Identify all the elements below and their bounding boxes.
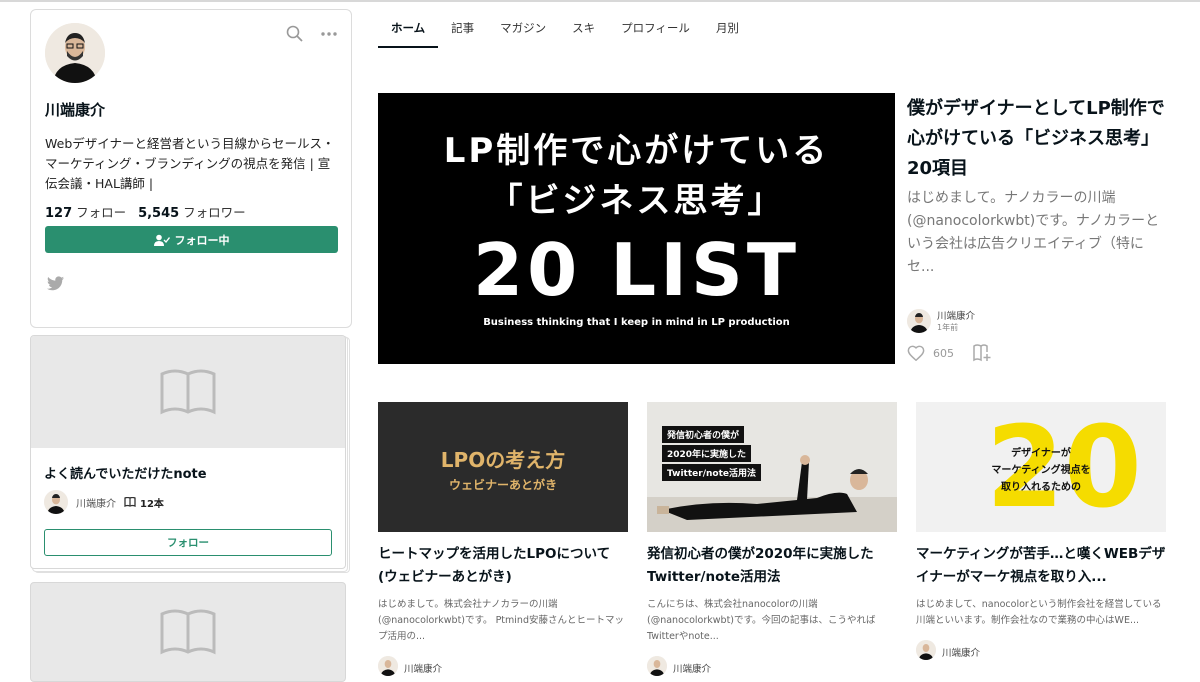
article-card[interactable]: 発信初心者の僕が 2020年に実施した Twitter/note活用法 発信初心… xyxy=(647,402,897,676)
tab-articles[interactable]: 記事 xyxy=(438,0,487,48)
author-name[interactable]: 川端康介 xyxy=(404,664,442,675)
cover-text: デザイナーが xyxy=(1011,448,1071,459)
cover-text: LP制作で心がけている xyxy=(443,131,830,171)
magazine-count: 12本 xyxy=(140,498,164,510)
following-button[interactable]: フォロー中 xyxy=(45,226,338,253)
article-card[interactable]: 20 デザイナーが マーケティング視点を 取り入れるための マーケティングが苦手… xyxy=(916,402,1166,660)
magazine-title[interactable]: よく読んでいただけたnote xyxy=(44,463,207,482)
featured-title[interactable]: 僕がデザイナーとしてLP制作で心がけている「ビジネス思考」20項目 xyxy=(907,94,1177,184)
cover-text: 2020年に実施した xyxy=(662,445,752,462)
tab-likes[interactable]: スキ xyxy=(559,0,608,48)
following-button-label: フォロー中 xyxy=(174,233,230,247)
cover-text: 発信初心者の僕が xyxy=(662,426,745,443)
article-thumbnail[interactable]: 20 デザイナーが マーケティング視点を 取り入れるための xyxy=(916,402,1166,532)
magazine-follow-button[interactable]: フォロー xyxy=(44,529,332,556)
magazine-meta: 川端康介 12本 xyxy=(44,490,164,514)
cover-text: 取り入れるための xyxy=(1001,482,1081,493)
article-excerpt[interactable]: はじめまして、nanocolorという制作会社を経営している川端といいます。制作… xyxy=(916,597,1166,629)
cover-text: Business thinking that I keep in mind in… xyxy=(483,317,790,328)
post-date: 1年前 xyxy=(937,323,959,332)
article-thumbnail[interactable]: 発信初心者の僕が 2020年に実施した Twitter/note活用法 xyxy=(647,402,897,532)
profile-stats: 127 フォロー 5,545 フォロワー xyxy=(45,202,246,221)
tab-magazines[interactable]: マガジン xyxy=(487,0,559,48)
featured-excerpt[interactable]: はじめまして。ナノカラーの川端(@nanocolorkwbt)です。ナノカラーと… xyxy=(907,187,1169,279)
twitter-icon[interactable] xyxy=(47,276,64,291)
profile-name: 川端康介 xyxy=(45,101,106,119)
tab-monthly[interactable]: 月別 xyxy=(703,0,752,48)
article-excerpt[interactable]: こんにちは、株式会社nanocolorの川端(@nanocolorkwbt)です… xyxy=(647,597,897,645)
avatar[interactable] xyxy=(916,640,936,660)
book-icon xyxy=(160,609,216,655)
magazine-cover[interactable] xyxy=(31,336,345,448)
avatar[interactable] xyxy=(378,656,398,676)
magazine-card-stack: よく読んでいただけたnote 川端康介 12本 フォロー xyxy=(30,335,350,573)
article-title[interactable]: ヒートマップを活用したLPOについて(ウェビナーあとがき) xyxy=(378,543,628,589)
tab-home[interactable]: ホーム xyxy=(378,0,439,48)
follow-count[interactable]: 127 xyxy=(45,206,72,221)
article-author: 川端康介 xyxy=(916,640,1166,660)
user-check-icon xyxy=(153,234,170,246)
article-author: 川端康介 xyxy=(647,656,897,676)
author-name[interactable]: 川端康介 xyxy=(942,648,980,659)
heart-icon[interactable] xyxy=(907,345,925,361)
profile-tabs: ホーム 記事 マガジン スキ プロフィール 月別 xyxy=(378,0,752,50)
article-excerpt[interactable]: はじめまして。株式会社ナノカラーの川端(@nanocolorkwbt)です。 P… xyxy=(378,597,628,645)
article-title[interactable]: 発信初心者の僕が2020年に実施したTwitter/note活用法 xyxy=(647,543,897,589)
avatar[interactable] xyxy=(45,23,105,83)
cover-text: 「ビジネス思考」 xyxy=(488,181,785,221)
add-to-magazine-icon[interactable] xyxy=(972,344,992,362)
follower-count[interactable]: 5,545 xyxy=(138,206,179,221)
article-thumbnail[interactable]: LPOの考え方 ウェビナーあとがき xyxy=(378,402,628,532)
avatar[interactable] xyxy=(907,308,931,333)
magazine-card[interactable] xyxy=(30,582,348,682)
profile-card: 川端康介 Webデザイナーと経営者という目線からセールス・マーケティング・ブラン… xyxy=(30,9,352,328)
cover-text: 20 LIST xyxy=(473,228,800,312)
article-author: 川端康介 xyxy=(378,656,628,676)
magazine-card[interactable]: よく読んでいただけたnote 川端康介 12本 フォロー xyxy=(30,335,346,569)
featured-cover[interactable]: LP制作で心がけている 「ビジネス思考」 20 LIST Business th… xyxy=(378,93,895,364)
follower-label[interactable]: フォロワー xyxy=(183,205,246,220)
book-icon xyxy=(160,369,216,415)
cover-text: LPOの考え方 xyxy=(440,448,566,472)
tab-profile[interactable]: プロフィール xyxy=(608,0,703,48)
article-title[interactable]: マーケティングが苦手…と嘆くWEBデザイナーがマーケ視点を取り入... xyxy=(916,543,1166,589)
featured-author: 川端康介 1年前 xyxy=(907,308,975,333)
profile-bio: Webデザイナーと経営者という目線からセールス・マーケティング・ブランディングの… xyxy=(45,136,335,191)
avatar[interactable] xyxy=(647,656,667,676)
featured-actions: 605 xyxy=(907,344,992,362)
book-icon xyxy=(124,497,136,507)
search-icon[interactable] xyxy=(285,24,305,44)
article-card[interactable]: LPOの考え方 ウェビナーあとがき ヒートマップを活用したLPOについて(ウェビ… xyxy=(378,402,628,676)
magazine-author[interactable]: 川端康介 xyxy=(76,495,116,510)
more-options-icon[interactable] xyxy=(318,24,340,44)
magazine-cover[interactable] xyxy=(30,582,346,682)
avatar[interactable] xyxy=(44,490,68,514)
follow-label[interactable]: フォロー xyxy=(76,205,126,220)
cover-text: マーケティング視点を xyxy=(991,465,1091,476)
cover-text: ウェビナーあとがき xyxy=(448,478,557,492)
cover-text: Twitter/note活用法 xyxy=(662,464,761,481)
like-count: 605 xyxy=(933,346,954,360)
author-name[interactable]: 川端康介 xyxy=(673,664,711,675)
author-name[interactable]: 川端康介 xyxy=(937,308,975,322)
